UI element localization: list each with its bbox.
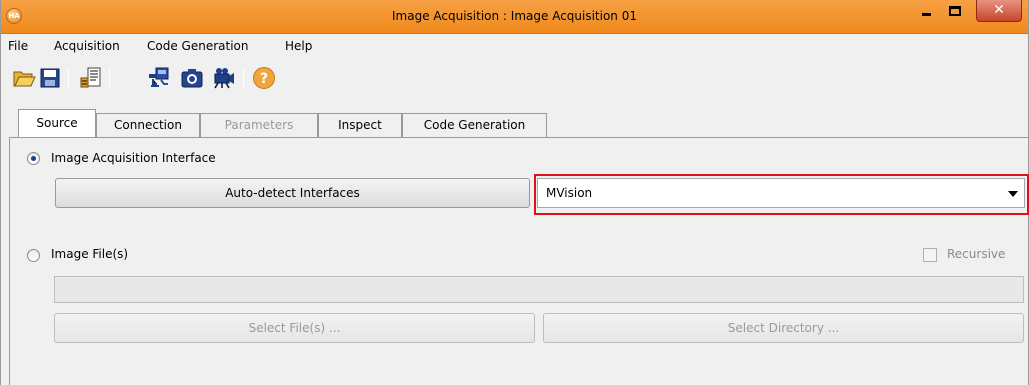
insert-code-icon[interactable] (79, 66, 103, 90)
menu-help[interactable]: Help (285, 39, 312, 53)
menu-code-generation[interactable]: Code Generation (147, 39, 248, 53)
open-folder-icon[interactable] (12, 66, 36, 90)
menu-acquisition[interactable]: Acquisition (54, 39, 120, 53)
tab-code-generation[interactable]: Code Generation (402, 113, 547, 137)
source-panel: Image Acquisition Interface Auto-detect … (9, 137, 1029, 385)
maximize-icon (949, 6, 961, 16)
tab-source[interactable]: Source (18, 109, 96, 137)
image-files-radio[interactable] (27, 249, 40, 262)
file-path-field (54, 276, 1024, 303)
auto-detect-interfaces-button[interactable]: Auto-detect Interfaces (55, 178, 530, 208)
minimize-button[interactable] (913, 0, 941, 22)
save-icon[interactable] (38, 66, 62, 90)
close-button[interactable]: ✕ (976, 0, 1022, 22)
tab-inspect[interactable]: Inspect (318, 113, 402, 137)
select-directory-button: Select Directory ... (543, 313, 1024, 343)
window-title: Image Acquisition : Image Acquisition 01 (392, 9, 637, 23)
title-bar[interactable]: HA Image Acquisition : Image Acquisition… (1, 0, 1028, 34)
recursive-label: Recursive (947, 247, 1006, 261)
image-acquisition-window: HA Image Acquisition : Image Acquisition… (0, 0, 1029, 385)
interface-radio[interactable] (27, 152, 40, 165)
svg-text:?: ? (260, 71, 268, 87)
help-icon[interactable]: ? (252, 66, 276, 90)
toolbar-separator (243, 68, 244, 88)
menu-file[interactable]: File (8, 39, 28, 53)
connect-icon[interactable] (147, 66, 171, 90)
toolbar-separator (109, 68, 110, 88)
tab-connection[interactable]: Connection (96, 113, 200, 137)
maximize-button[interactable] (942, 0, 969, 22)
interface-radio-label[interactable]: Image Acquisition Interface (51, 151, 216, 165)
toolbar-separator (68, 68, 69, 88)
recursive-checkbox (923, 248, 937, 262)
toolbar: ? (1, 58, 1028, 96)
image-files-radio-label[interactable]: Image File(s) (51, 247, 128, 261)
live-video-icon[interactable] (212, 66, 236, 90)
select-files-button: Select File(s) ... (54, 313, 535, 343)
menu-bar: File Acquisition Code Generation Help (1, 35, 1028, 57)
minimize-icon (922, 13, 931, 16)
highlight-box (534, 174, 1029, 215)
snap-camera-icon[interactable] (180, 66, 204, 90)
tab-parameters: Parameters (200, 113, 318, 137)
